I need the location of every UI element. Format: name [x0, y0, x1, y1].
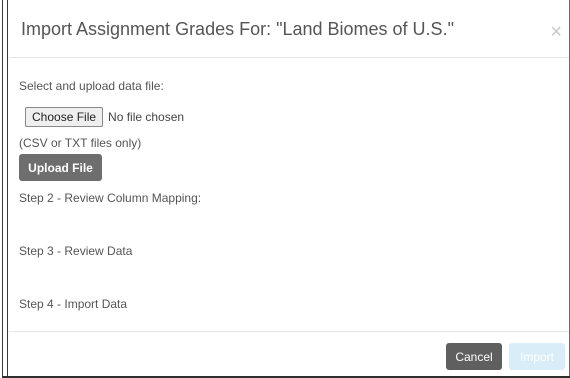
cancel-button[interactable]: Cancel [446, 343, 502, 370]
import-grades-dialog: Import Assignment Grades For: "Land Biom… [9, 0, 569, 376]
step2-label: Step 2 - Review Column Mapping: [19, 191, 202, 205]
no-file-chosen-text: No file chosen [108, 110, 185, 124]
import-button[interactable]: Import [509, 343, 565, 370]
dialog-footer: Cancel Import [9, 331, 569, 376]
choose-file-button[interactable]: Choose File [25, 107, 104, 127]
close-icon[interactable]: × [550, 22, 562, 42]
upload-prompt: Select and upload data file: [19, 79, 164, 93]
file-type-hint: (CSV or TXT files only) [19, 136, 142, 150]
dialog-header: Import Assignment Grades For: "Land Biom… [9, 0, 569, 58]
window-frame: Import Assignment Grades For: "Land Biom… [0, 0, 570, 378]
window-left-edge [2, 0, 8, 378]
file-input-row: Choose File No file chosen [25, 107, 184, 127]
dialog-title: Import Assignment Grades For: "Land Biom… [21, 19, 454, 39]
step3-label: Step 3 - Review Data [19, 244, 133, 258]
step4-label: Step 4 - Import Data [19, 297, 128, 311]
upload-file-button[interactable]: Upload File [19, 154, 102, 181]
